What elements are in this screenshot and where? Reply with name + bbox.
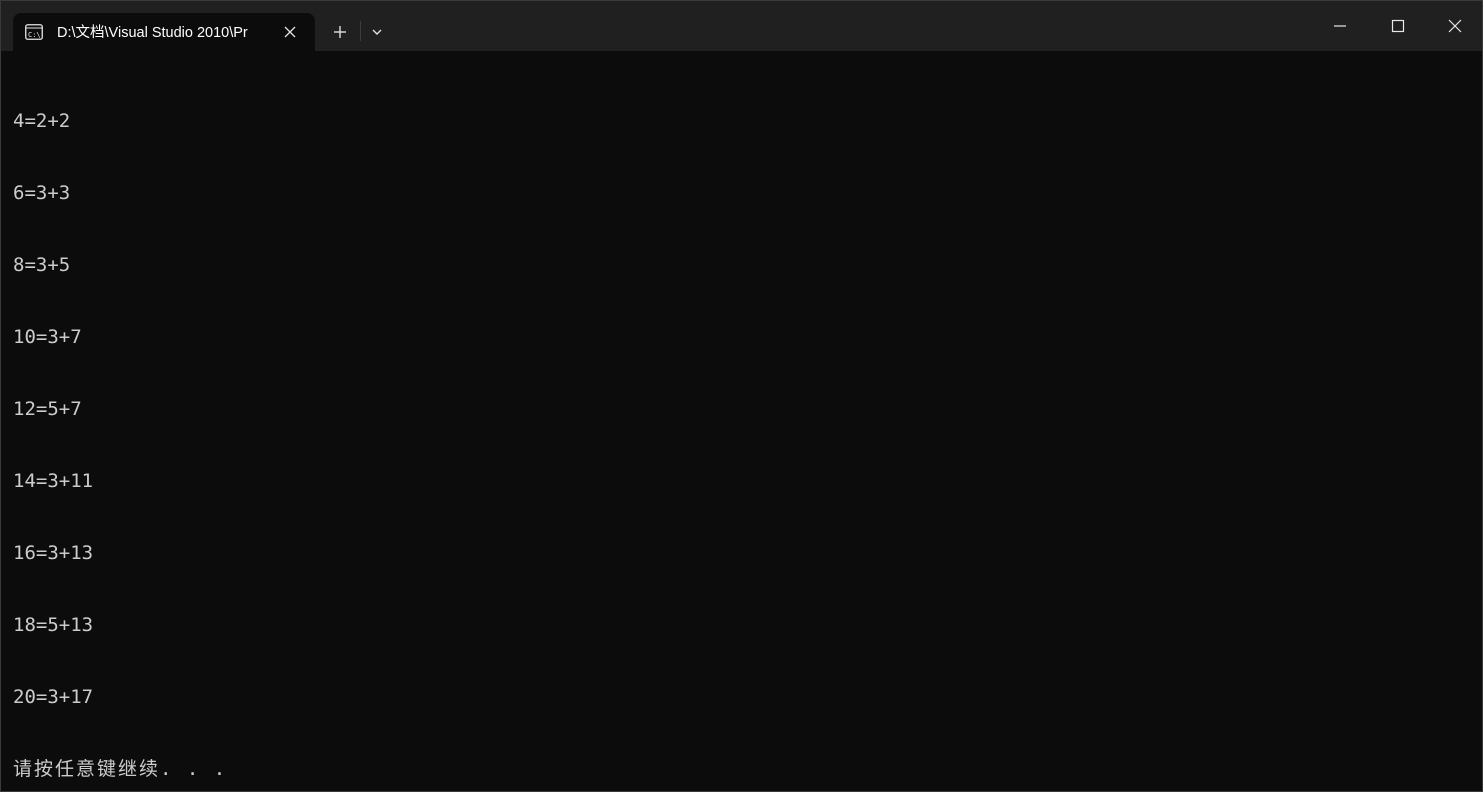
title-bar[interactable]: C:\ D:\文档\Visual Studio 2010\Pr [1,1,1482,51]
console-line: 16=3+13 [13,542,94,564]
minimize-button[interactable] [1311,1,1369,51]
tab-close-icon[interactable] [279,21,301,43]
terminal-window: C:\ D:\文档\Visual Studio 2010\Pr 4=2+2 6=… [0,0,1483,792]
chevron-down-icon [372,29,382,35]
close-button[interactable] [1426,1,1483,51]
plus-icon [334,26,346,38]
console-line: 12=5+7 [13,398,82,420]
maximize-button[interactable] [1369,1,1427,51]
console-line: 18=5+13 [13,614,94,636]
console-text: 4=2+2 6=3+3 8=3+5 10=3+7 12=5+7 14=3+11 … [13,61,227,792]
console-icon: C:\ [25,24,43,40]
press-any-key-prompt: 请按任意键继续. . . [13,758,228,780]
console-line: 8=3+5 [13,254,71,276]
tab-separator [360,21,361,41]
tab-dropdown-button[interactable] [363,17,391,47]
terminal-tab[interactable]: C:\ D:\文档\Visual Studio 2010\Pr [13,13,315,51]
console-line: 6=3+3 [13,182,71,204]
console-line: 20=3+17 [13,686,94,708]
console-line: 10=3+7 [13,326,82,348]
tab-title: D:\文档\Visual Studio 2010\Pr [57,25,248,41]
console-line: 14=3+11 [13,470,94,492]
console-output-area[interactable]: 4=2+2 6=3+3 8=3+5 10=3+7 12=5+7 14=3+11 … [1,51,1482,791]
maximize-icon [1391,19,1405,33]
minimize-icon [1334,25,1346,27]
console-line: 4=2+2 [13,110,71,132]
close-icon [1448,19,1462,33]
svg-text:C:\: C:\ [28,31,41,39]
new-tab-button[interactable] [323,17,357,47]
